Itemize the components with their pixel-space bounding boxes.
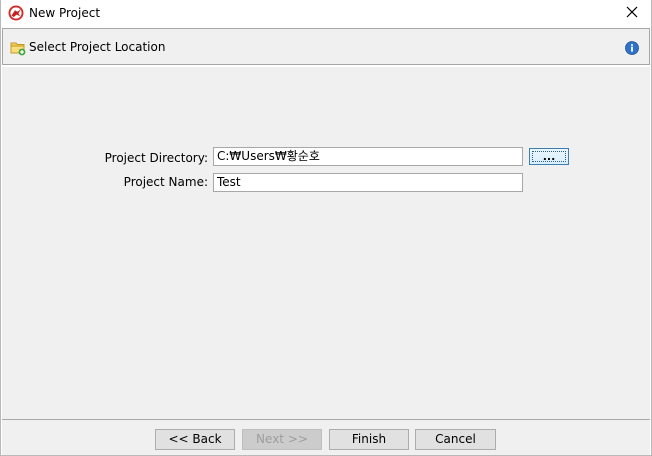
window-title: New Project <box>29 6 101 20</box>
project-name-field[interactable]: Test <box>213 173 523 192</box>
wizard-footer: << Back Next >> Finish Cancel <box>2 420 650 455</box>
browse-button[interactable]: ... <box>529 148 569 165</box>
info-icon[interactable] <box>625 41 639 55</box>
new-folder-icon <box>10 40 26 56</box>
finish-button[interactable]: Finish <box>329 429 409 450</box>
close-icon <box>626 6 638 21</box>
title-bar: New Project <box>1 0 651 27</box>
header-title: Select Project Location <box>29 40 166 54</box>
wizard-content: Project Directory: C:₩Users₩황순호 ... Proj… <box>2 67 650 420</box>
focus-ring <box>532 151 566 162</box>
new-project-dialog: New Project Select Project Location Proj… <box>0 0 652 456</box>
project-directory-label: Project Directory: <box>104 151 208 165</box>
next-button[interactable]: Next >> <box>242 429 322 450</box>
wizard-header: Select Project Location <box>2 28 650 65</box>
app-logo-icon <box>8 5 24 21</box>
project-directory-field[interactable]: C:₩Users₩황순호 <box>213 147 523 166</box>
cancel-button[interactable]: Cancel <box>415 429 496 450</box>
project-name-label: Project Name: <box>123 175 208 189</box>
back-button[interactable]: << Back <box>155 429 235 450</box>
close-button[interactable] <box>615 0 649 27</box>
